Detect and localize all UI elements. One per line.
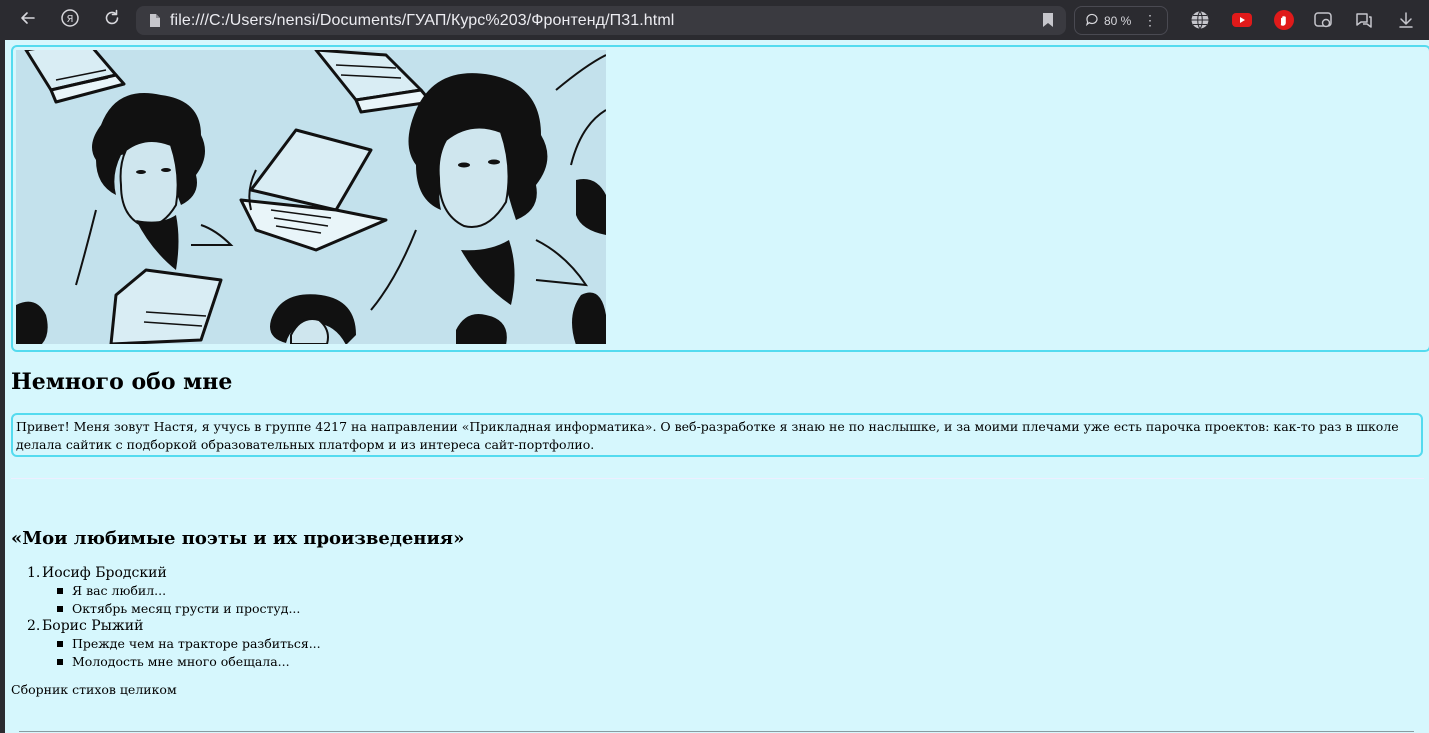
about-text: Привет! Меня зовут Настя, я учусь в груп…	[16, 419, 1399, 452]
reload-button[interactable]	[92, 0, 132, 40]
list-item: 1. Иосиф Бродский	[27, 564, 321, 582]
address-bar[interactable]: file:///C:/Users/nensi/Documents/ГУАП/Ку…	[136, 6, 1066, 35]
youtube-icon[interactable]	[1230, 8, 1254, 32]
banner-frame	[11, 45, 1429, 352]
download-icon[interactable]	[1394, 8, 1418, 32]
collection-link[interactable]: Сборник стихов целиком	[11, 682, 177, 697]
yandex-icon: Я	[60, 8, 80, 32]
about-box: Привет! Меня зовут Настя, я учусь в груп…	[11, 413, 1423, 457]
zoom-level: 80 %	[1104, 13, 1132, 28]
pushkin-pattern-illustration	[16, 50, 606, 344]
menu-dots-icon[interactable]: ⋮	[1143, 12, 1157, 29]
banner-image	[16, 50, 606, 344]
svg-text:Я: Я	[67, 14, 74, 25]
yandex-button[interactable]: Я	[50, 0, 90, 40]
comment-icon	[1085, 12, 1099, 29]
poet-name: Борис Рыжий	[42, 618, 144, 634]
poet-name: Иосиф Бродский	[42, 565, 167, 581]
poems-list: Я вас любил... Октябрь месяц грусти и пр…	[27, 582, 321, 617]
divider	[19, 731, 1414, 732]
globe-icon[interactable]	[1188, 8, 1212, 32]
reload-icon	[102, 8, 122, 32]
screenshot-icon[interactable]	[1311, 8, 1335, 32]
list-item: Октябрь месяц грусти и простуд...	[57, 600, 321, 618]
hand-icon[interactable]	[1272, 8, 1296, 32]
list-item: Я вас любил...	[57, 582, 321, 600]
browser-toolbar: Я file:///C:/Users/nensi/Documents/ГУАП/…	[0, 0, 1429, 40]
about-heading: Немного обо мне	[11, 369, 233, 395]
list-item: 2. Борис Рыжий	[27, 617, 321, 635]
back-button[interactable]	[8, 0, 48, 40]
poet-number: 2.	[27, 618, 41, 634]
poets-heading: «Мои любимые поэты и их произведения»	[11, 528, 465, 549]
divider	[11, 478, 1424, 479]
poet-number: 1.	[27, 565, 41, 581]
list-item: Молодость мне много обещала...	[57, 653, 321, 671]
poems-list: Прежде чем на тракторе разбиться... Моло…	[27, 635, 321, 670]
file-icon	[140, 13, 170, 28]
url-text: file:///C:/Users/nensi/Documents/ГУАП/Ку…	[170, 11, 675, 29]
back-icon	[18, 8, 38, 32]
chat-icon[interactable]	[1352, 8, 1376, 32]
bookmark-icon[interactable]	[1042, 12, 1054, 32]
zoom-indicator[interactable]: 80 % ⋮	[1074, 6, 1168, 35]
poets-list: 1. Иосиф Бродский Я вас любил... Октябрь…	[27, 564, 321, 670]
page-viewport: Немного обо мне Привет! Меня зовут Настя…	[5, 40, 1429, 733]
list-item: Прежде чем на тракторе разбиться...	[57, 635, 321, 653]
